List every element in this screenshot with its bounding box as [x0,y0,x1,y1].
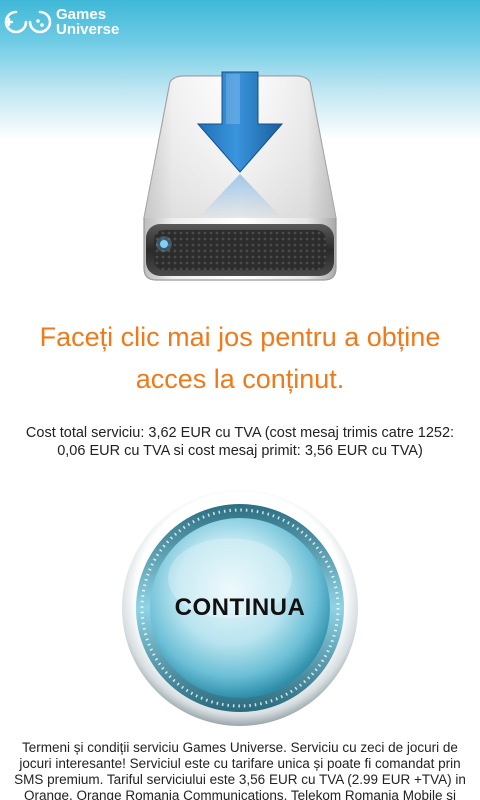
logo-text-line2: Universe [56,21,120,38]
terms-text: Termeni și condiții serviciu Games Unive… [14,740,466,800]
header-bar: Games Universe [0,0,480,44]
continue-button-label: CONTINUA [174,594,306,621]
download-drive-icon [143,71,337,281]
page: Games Universe Faceți clic mai jos pentr… [0,0,480,800]
cost-info-text: Cost total serviciu: 3,62 EUR cu TVA (co… [25,425,455,459]
games-universe-logo[interactable]: Games Universe [0,4,119,40]
gamepad-icon [4,10,52,34]
logo-wordmark: Games Universe [56,7,119,37]
headline-text: Faceți clic mai jos pentru a obține acce… [39,322,441,394]
logo-text-line1: Games [56,6,107,23]
continue-button[interactable]: CONTINUA [120,488,360,728]
